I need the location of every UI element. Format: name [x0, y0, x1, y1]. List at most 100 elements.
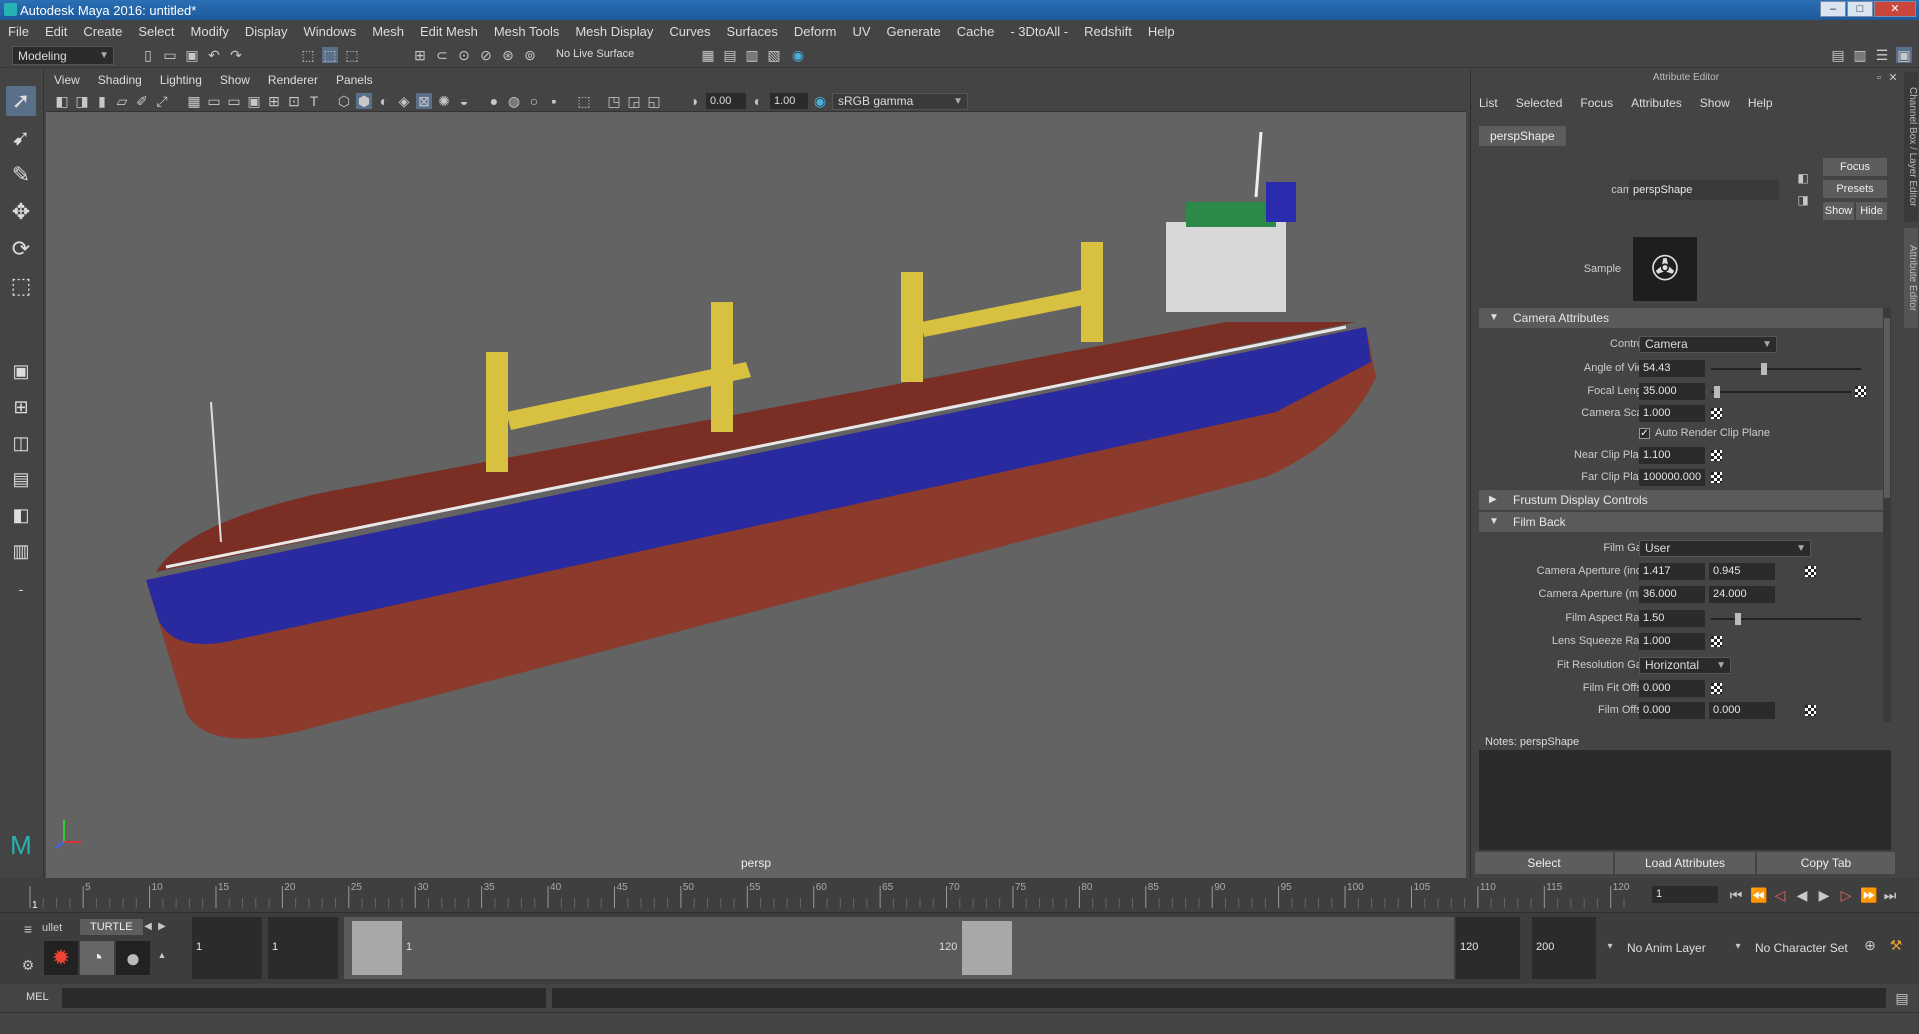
ae-menu-list[interactable]: List	[1479, 96, 1498, 110]
new-scene-icon[interactable]: ▯	[140, 47, 156, 63]
play-forwards-icon[interactable]: ▶	[1816, 887, 1832, 903]
scene-start-field[interactable]: 1	[192, 917, 262, 979]
shelf-menu-icon[interactable]: ≡	[20, 921, 36, 937]
angle-of-view-field[interactable]: 54.43	[1639, 360, 1705, 377]
viewport-menu-shading[interactable]: Shading	[98, 73, 142, 87]
open-scene-icon[interactable]: ▭	[162, 47, 178, 63]
fit-resolution-gate-dropdown[interactable]: Horizontal ▼	[1639, 657, 1731, 674]
turtle-bake-icon[interactable]: ◔	[80, 941, 114, 975]
ipr-render-icon[interactable]: ▥	[744, 47, 760, 63]
aperture-mm-y-field[interactable]: 24.000	[1709, 586, 1775, 603]
four-view-layout-icon[interactable]: ⊞	[6, 392, 36, 422]
camera-attributes-icon[interactable]: ◨	[74, 93, 90, 109]
maximize-button[interactable]: □	[1847, 1, 1873, 17]
scene-end-field[interactable]: 200	[1532, 917, 1596, 979]
render-current-icon[interactable]: ▤	[722, 47, 738, 63]
go-to-end-icon[interactable]: ⏭	[1882, 887, 1898, 903]
menu-windows[interactable]: Windows	[303, 24, 356, 39]
menu-cache[interactable]: Cache	[957, 24, 995, 39]
presets-button[interactable]: Presets	[1823, 180, 1887, 198]
film-aspect-slider[interactable]	[1711, 613, 1861, 625]
camera-node-field[interactable]: perspShape	[1629, 180, 1779, 200]
ae-menu-attributes[interactable]: Attributes	[1631, 96, 1682, 110]
film-offset-x-field[interactable]: 0.000	[1639, 702, 1705, 719]
character-set-dropdown[interactable]: No Character Set	[1750, 917, 1860, 979]
snap-view-plane-icon[interactable]: ⊘	[478, 47, 494, 63]
menu-modify[interactable]: Modify	[191, 24, 229, 39]
go-to-start-icon[interactable]: ⏮	[1728, 887, 1744, 903]
ship-model[interactable]	[46, 112, 1466, 852]
persp-node-layout-icon[interactable]: ◧	[6, 500, 36, 530]
snap-point-icon[interactable]: ⊙	[456, 47, 472, 63]
animation-prefs-icon[interactable]: ⚒	[1888, 937, 1904, 953]
angle-of-view-slider[interactable]	[1711, 363, 1861, 375]
motion-blur-icon[interactable]: ◍	[506, 93, 522, 109]
paint-select-tool-icon[interactable]: ✎	[6, 160, 36, 190]
menu-surfaces[interactable]: Surfaces	[727, 24, 778, 39]
select-component-icon[interactable]: ⬚	[344, 47, 360, 63]
safe-action-icon[interactable]: ⊡	[286, 93, 302, 109]
focal-length-slider[interactable]	[1711, 386, 1851, 398]
aperture-mm-x-field[interactable]: 36.000	[1639, 586, 1705, 603]
step-forward-frame-icon[interactable]: ▷	[1838, 887, 1854, 903]
step-back-frame-icon[interactable]: ◁	[1772, 887, 1788, 903]
camera-select-icon[interactable]: ◧	[54, 93, 70, 109]
copy-tab-button[interactable]: Copy Tab	[1757, 852, 1895, 874]
gate-mask-icon[interactable]: ▣	[246, 93, 262, 109]
film-gate-dropdown[interactable]: User ▼	[1639, 540, 1811, 557]
focal-length-field[interactable]: 35.000	[1639, 383, 1705, 400]
film-aspect-field[interactable]: 1.50	[1639, 610, 1705, 627]
viewport-menu-view[interactable]: View	[54, 73, 80, 87]
persp-outliner-layout-icon[interactable]: ◫	[6, 428, 36, 458]
command-input[interactable]	[62, 988, 546, 1008]
minimize-button[interactable]: –	[1820, 1, 1846, 17]
menu-edit[interactable]: Edit	[45, 24, 67, 39]
lasso-tool-icon[interactable]: ➹	[6, 123, 36, 153]
focus-button[interactable]: Focus	[1823, 158, 1887, 176]
tab-channel-box[interactable]: Channel Box / Layer Editor	[1904, 72, 1918, 222]
close-button[interactable]: ✕	[1874, 1, 1916, 17]
menu-mesh[interactable]: Mesh	[372, 24, 404, 39]
xray-joints-icon[interactable]: ◲	[626, 93, 642, 109]
2d-pan-zoom-icon[interactable]: ⤢	[154, 93, 170, 109]
turtle-sphere-icon[interactable]: ●	[116, 941, 150, 975]
play-backwards-icon[interactable]: ◀	[1794, 887, 1810, 903]
rotate-tool-icon[interactable]: ⟳	[6, 234, 36, 264]
viewport-panel[interactable]: View Shading Lighting Show Renderer Pane…	[46, 70, 1466, 878]
isolate-select-icon[interactable]: ⬚	[576, 93, 592, 109]
frustum-display-header[interactable]: ▶ Frustum Display Controls	[1479, 490, 1883, 510]
menu-mesh-display[interactable]: Mesh Display	[575, 24, 653, 39]
far-clip-map-icon[interactable]	[1711, 472, 1722, 483]
shelf-tab-turtle[interactable]: TURTLE	[80, 919, 143, 935]
focal-length-map-icon[interactable]	[1855, 386, 1866, 397]
grease-pencil-icon[interactable]: ✐	[134, 93, 150, 109]
viewport-menu-lighting[interactable]: Lighting	[160, 73, 202, 87]
film-offset-map-icon[interactable]	[1805, 705, 1816, 716]
menu-file[interactable]: File	[8, 24, 29, 39]
show-button[interactable]: Show	[1823, 202, 1854, 220]
grid-toggle-icon[interactable]: ▦	[186, 93, 202, 109]
lens-squeeze-map-icon[interactable]	[1711, 636, 1722, 647]
live-surface-label[interactable]: No Live Surface	[556, 48, 634, 60]
save-scene-icon[interactable]: ▣	[184, 47, 200, 63]
range-slider[interactable]: 1 120	[344, 917, 1454, 979]
viewport-menu-renderer[interactable]: Renderer	[268, 73, 318, 87]
select-button[interactable]: Select	[1475, 852, 1613, 874]
menu-curves[interactable]: Curves	[669, 24, 710, 39]
slider-knob[interactable]	[1735, 613, 1741, 625]
ae-menu-selected[interactable]: Selected	[1516, 96, 1563, 110]
hypershade-icon[interactable]: ◉	[790, 47, 806, 63]
color-management-icon[interactable]: ◉	[812, 93, 828, 109]
playback-end-field[interactable]: 120	[1456, 917, 1520, 979]
menu-generate[interactable]: Generate	[887, 24, 941, 39]
anim-layer-dropdown[interactable]: No Anim Layer	[1622, 917, 1732, 979]
menu-create[interactable]: Create	[83, 24, 122, 39]
ae-menu-focus[interactable]: Focus	[1580, 96, 1613, 110]
chevron-down-icon[interactable]: ▾	[1602, 939, 1618, 955]
menu-edit-mesh[interactable]: Edit Mesh	[420, 24, 478, 39]
camera-scale-field[interactable]: 1.000	[1639, 405, 1705, 422]
film-offset-y-field[interactable]: 0.000	[1709, 702, 1775, 719]
shelf-expand-icon[interactable]: ▲	[154, 947, 170, 963]
smooth-shade-icon[interactable]: ⬢	[356, 93, 372, 109]
wireframe-icon[interactable]: ⬡	[336, 93, 352, 109]
